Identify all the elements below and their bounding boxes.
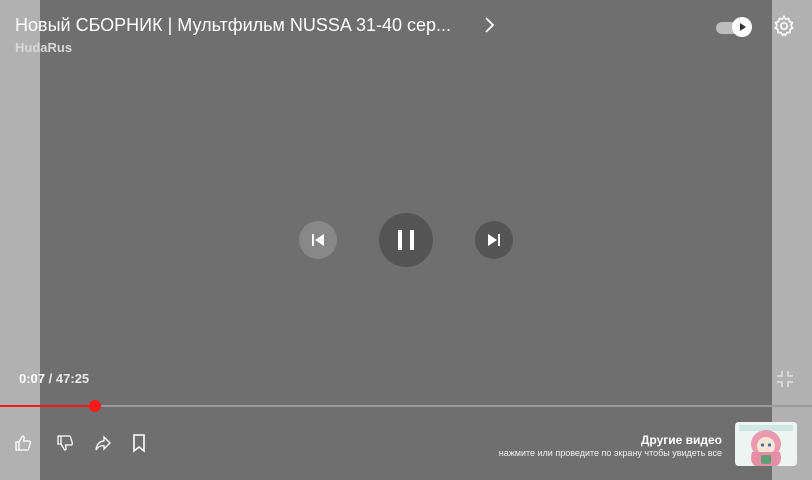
right-letterbox [772,0,812,480]
play-icon [740,23,746,31]
other-videos-title[interactable]: Другие видео [641,433,722,447]
time-separator: / [48,371,53,386]
autoplay-knob [732,17,752,37]
share-icon[interactable] [93,433,113,453]
thumbs-up-icon[interactable] [13,433,33,453]
progress-scrubber[interactable] [89,400,101,412]
next-button[interactable] [475,221,513,259]
pause-button[interactable] [379,213,433,267]
time-display: 0:07 / 47:25 [19,371,89,386]
next-icon [488,234,500,246]
channel-name[interactable]: HudaRus [15,40,72,55]
video-title[interactable]: Новый СБОРНИК | Мультфильм NUSSA 31-40 с… [15,15,451,36]
progress-played [0,405,95,407]
previous-icon [312,234,324,246]
autoplay-toggle[interactable] [716,16,752,38]
thumbs-down-icon[interactable] [55,433,75,453]
thumbnail-image [735,422,797,466]
bookmark-icon[interactable] [129,433,149,453]
gear-icon[interactable] [772,14,796,38]
duration: 47:25 [55,371,90,386]
left-letterbox [0,0,40,480]
current-time: 0:07 [19,371,46,386]
previous-button[interactable] [299,221,337,259]
chevron-right-icon[interactable] [480,14,500,36]
pause-icon [398,230,414,250]
exit-fullscreen-icon[interactable] [775,369,795,389]
suggested-video-thumbnail[interactable] [735,422,797,466]
other-videos-hint: нажмите или проведите по экрану чтобы ув… [498,448,722,458]
progress-track[interactable] [0,405,812,407]
